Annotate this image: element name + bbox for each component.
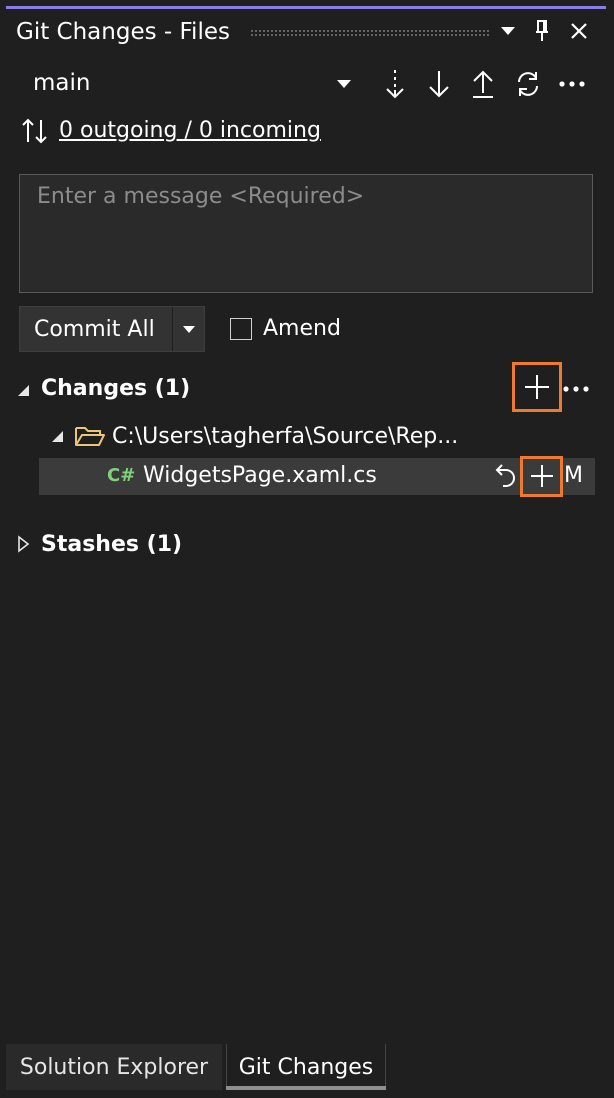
dropdown-icon (501, 27, 515, 35)
pin-icon (536, 20, 548, 41)
chevron-down-icon (182, 325, 195, 333)
expanded-triangle-icon (18, 385, 29, 396)
commit-message-input[interactable] (20, 175, 592, 292)
sync-status-row: 0 outgoing / 0 incoming (6, 112, 606, 152)
tab-solution-explorer[interactable]: Solution Explorer (6, 1044, 222, 1090)
changes-expand-toggle[interactable] (14, 381, 32, 399)
plus-icon (525, 375, 549, 399)
title-drag-grip[interactable] (250, 29, 490, 37)
outgoing-incoming-link[interactable]: 0 outgoing / 0 incoming (59, 118, 321, 143)
bottom-tab-strip: Solution Explorer Git Changes (6, 1044, 606, 1092)
chevron-down-icon (337, 80, 351, 88)
commit-all-split-button: Commit All (19, 306, 205, 352)
close-button[interactable] (565, 17, 593, 45)
file-status-badge: M (564, 463, 583, 488)
changes-header: Changes (1) (41, 376, 191, 401)
commit-options-dropdown[interactable] (173, 307, 204, 351)
amend-checkbox[interactable] (230, 318, 252, 340)
file-name: WidgetsPage.xaml.cs (143, 463, 377, 488)
expanded-triangle-icon (52, 431, 63, 442)
amend-label: Amend (263, 316, 341, 341)
undo-changes-button[interactable] (487, 460, 521, 492)
csharp-file-icon: C# (107, 465, 136, 486)
git-changes-window: Git Changes - Files main 0 outgoing / 0 … (0, 0, 614, 1098)
sync-button[interactable] (510, 66, 546, 102)
fetch-button[interactable] (377, 66, 413, 102)
pull-icon (429, 71, 449, 98)
pull-button[interactable] (421, 66, 457, 102)
push-button[interactable] (465, 66, 501, 102)
more-icon (559, 81, 585, 87)
collapsed-triangle-icon (18, 535, 30, 553)
folder-expand-toggle[interactable] (48, 427, 66, 445)
branch-dropdown-button[interactable] (330, 72, 358, 96)
undo-icon (495, 464, 515, 487)
window-dropdown-button[interactable] (494, 17, 522, 45)
changed-file-row[interactable]: C# WidgetsPage.xaml.cs M (39, 455, 595, 497)
stage-file-button[interactable] (521, 455, 562, 496)
branch-selector[interactable]: main (33, 70, 90, 96)
active-tab-indicator (226, 1086, 386, 1090)
changes-more-button[interactable] (560, 376, 592, 402)
folder-path[interactable]: C:\Users\tagherfa\Source\Rep... (112, 424, 458, 449)
fetch-icon (386, 70, 404, 99)
push-icon (473, 70, 493, 98)
stashes-expand-toggle[interactable] (14, 535, 32, 553)
pin-button[interactable] (528, 17, 556, 45)
branch-toolbar: main (6, 62, 606, 106)
tab-git-changes[interactable]: Git Changes (226, 1044, 386, 1090)
more-options-button[interactable] (554, 66, 590, 102)
more-icon (563, 386, 589, 392)
window-title: Git Changes - Files (16, 19, 230, 45)
commit-message-box (19, 174, 593, 293)
close-icon (571, 23, 587, 39)
stashes-header: Stashes (1) (41, 532, 183, 557)
incoming-outgoing-icon (22, 118, 47, 144)
commit-all-button[interactable]: Commit All (34, 317, 155, 342)
title-bar: Git Changes - Files (6, 9, 606, 53)
sync-icon (518, 72, 538, 96)
plus-icon (530, 464, 553, 487)
open-folder-icon (75, 427, 105, 446)
stage-all-button[interactable] (514, 364, 560, 410)
